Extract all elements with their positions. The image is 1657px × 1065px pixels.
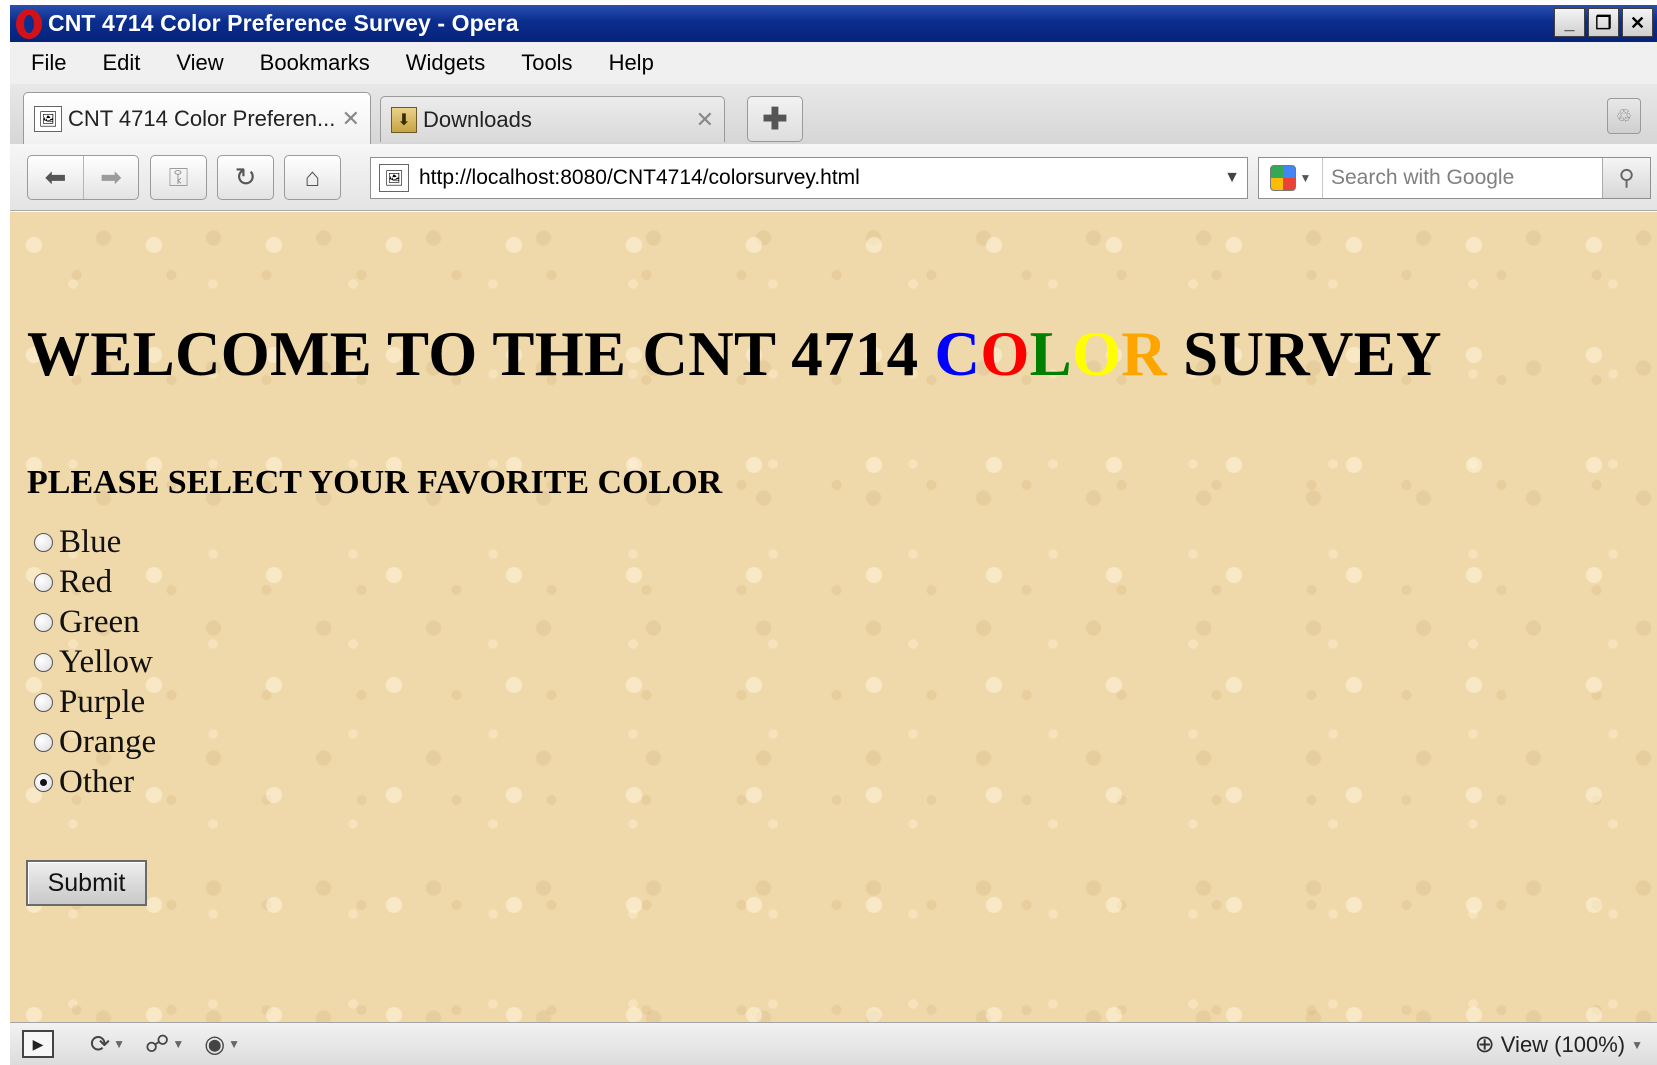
tab-label: Downloads	[423, 106, 532, 132]
submit-button[interactable]: Submit	[26, 860, 147, 906]
menu-tools[interactable]: Tools	[521, 50, 572, 76]
sync-icon[interactable]: ⟳ ▼	[90, 1030, 125, 1059]
color-letter: L	[1029, 319, 1072, 389]
color-letter: O	[980, 319, 1030, 389]
zoom-label: View (100%)	[1500, 1031, 1626, 1057]
option-label: Red	[59, 563, 113, 600]
address-dropdown-icon[interactable]: ▼	[1217, 169, 1247, 187]
search-engine-selector[interactable]: ▼	[1259, 158, 1323, 198]
tab-color-survey[interactable]: 🖼 CNT 4714 Color Preferen... ✕	[23, 92, 371, 144]
color-letter: C	[934, 319, 981, 389]
option-label: Orange	[59, 723, 157, 760]
option-label: Green	[59, 603, 140, 640]
heading-color-word: COLOR	[935, 319, 1168, 389]
radio-purple[interactable]	[34, 692, 53, 712]
status-bar: ▶ ⟳ ▼ ☍ ▼ ◉ ▼ ⊕ View (100%) ▼	[10, 1022, 1657, 1065]
color-letter: R	[1121, 319, 1168, 389]
home-group: ⌂	[284, 155, 341, 200]
page-heading: WELCOME TO THE CNT 4714 COLOR SURVEY	[27, 318, 1442, 391]
option-orange[interactable]: Orange	[34, 722, 156, 762]
tab-label: CNT 4714 Color Preferen...	[68, 105, 336, 131]
menu-widgets[interactable]: Widgets	[406, 50, 485, 76]
heading-suffix: SURVEY	[1167, 319, 1442, 389]
wand-key-icon[interactable]: ⚿	[151, 156, 206, 199]
menu-edit[interactable]: Edit	[102, 50, 140, 76]
back-arrow-icon[interactable]: ⬅	[28, 156, 83, 199]
heading-prefix: WELCOME TO THE CNT 4714	[27, 319, 935, 389]
close-tab-icon[interactable]: ✕	[342, 106, 360, 132]
radio-other[interactable]	[34, 772, 53, 792]
turbo-icon[interactable]: ◉ ▼	[204, 1030, 240, 1059]
url-text[interactable]: http://localhost:8080/CNT4714/colorsurve…	[419, 166, 1217, 190]
network-icon[interactable]: ☍ ▼	[145, 1030, 184, 1059]
option-label: Blue	[59, 523, 122, 560]
wand-group: ⚿	[150, 155, 207, 200]
maximize-button[interactable]: ❐	[1588, 8, 1619, 37]
reload-group: ↻	[217, 155, 274, 200]
color-letter: O	[1071, 319, 1122, 389]
menu-bookmarks[interactable]: Bookmarks	[260, 50, 370, 76]
option-blue[interactable]: Blue	[34, 522, 156, 562]
radio-blue[interactable]	[34, 532, 53, 552]
chevron-down-icon: ▼	[1299, 171, 1312, 185]
google-icon	[1269, 165, 1296, 191]
menu-help[interactable]: Help	[609, 50, 654, 76]
menu-file[interactable]: File	[31, 50, 66, 76]
option-yellow[interactable]: Yellow	[34, 642, 156, 682]
page-favicon-icon: 🖼	[34, 105, 62, 132]
option-red[interactable]: Red	[34, 562, 156, 602]
reload-icon[interactable]: ↻	[218, 156, 273, 199]
back-forward-group: ⬅ ➡	[27, 155, 139, 200]
close-tab-icon[interactable]: ✕	[696, 107, 714, 133]
radio-orange[interactable]	[34, 732, 53, 752]
window-title: CNT 4714 Color Preference Survey - Opera	[48, 10, 519, 36]
menu-bar: File Edit View Bookmarks Widgets Tools H…	[10, 42, 1657, 84]
navigation-bar: ⬅ ➡ ⚿ ↻ ⌂ 🖼 http://localhost:8080/CNT471…	[10, 144, 1657, 211]
search-input[interactable]	[1323, 158, 1602, 198]
page-content: WELCOME TO THE CNT 4714 COLOR SURVEY PLE…	[10, 212, 1657, 1022]
color-options: Blue Red Green Yellow Purple Orange Othe…	[34, 522, 156, 802]
option-other[interactable]: Other	[34, 762, 156, 802]
panel-toggle-icon[interactable]: ▶	[22, 1030, 54, 1058]
option-green[interactable]: Green	[34, 602, 156, 642]
search-icon[interactable]: ⚲	[1602, 158, 1650, 198]
radio-red[interactable]	[34, 572, 53, 592]
address-bar[interactable]: 🖼 http://localhost:8080/CNT4714/colorsur…	[370, 157, 1248, 199]
downloads-icon: ⬇	[391, 106, 417, 133]
option-label: Other	[59, 763, 135, 800]
forward-arrow-icon[interactable]: ➡	[83, 156, 138, 199]
radio-yellow[interactable]	[34, 652, 53, 672]
menu-view[interactable]: View	[176, 50, 223, 76]
tab-bar: 🖼 CNT 4714 Color Preferen... ✕ ⬇ Downloa…	[10, 84, 1657, 144]
option-label: Yellow	[59, 643, 153, 680]
zoom-control[interactable]: ⊕ View (100%) ▼	[1475, 1030, 1643, 1059]
minimize-button[interactable]: _	[1554, 8, 1585, 37]
home-icon[interactable]: ⌂	[285, 156, 340, 199]
closed-tabs-trash-icon[interactable]: ♲	[1607, 98, 1641, 134]
page-favicon-icon: 🖼	[379, 164, 409, 192]
chevron-down-icon: ▼	[1631, 1037, 1643, 1052]
window-title-bar: CNT 4714 Color Preference Survey - Opera…	[10, 5, 1657, 42]
opera-logo-icon	[16, 8, 42, 39]
option-purple[interactable]: Purple	[34, 682, 156, 722]
tab-downloads[interactable]: ⬇ Downloads ✕	[380, 96, 725, 142]
zoom-icon: ⊕	[1474, 1031, 1495, 1058]
survey-question: PLEASE SELECT YOUR FAVORITE COLOR	[27, 464, 723, 501]
window-controls: _ ❐ ✕	[1554, 8, 1653, 37]
option-label: Purple	[59, 683, 146, 720]
radio-green[interactable]	[34, 612, 53, 632]
new-tab-button[interactable]: ✚	[747, 96, 803, 142]
close-window-button[interactable]: ✕	[1622, 8, 1653, 37]
search-box: ▼ ⚲	[1258, 157, 1651, 199]
